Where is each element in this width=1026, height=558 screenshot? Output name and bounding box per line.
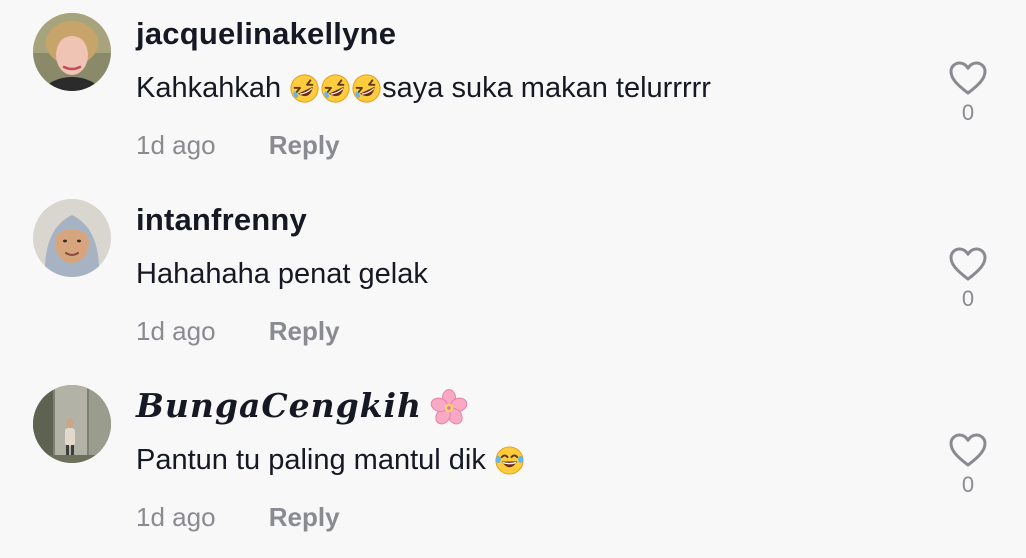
heart-icon (948, 432, 988, 468)
comment-meta: 1d ago Reply (136, 502, 340, 533)
rofl-emoji-icon (351, 73, 382, 104)
avatar[interactable] (33, 13, 111, 91)
like-count: 0 (961, 286, 975, 311)
comment-text-start: Pantun tu paling mantul dik (136, 444, 494, 476)
comment-time: 1d ago (136, 316, 216, 346)
comment-text: Hahahaha penat gelak (136, 258, 428, 291)
like-count: 0 (961, 472, 975, 497)
username-text: 𝑩𝒖𝒏𝒈𝒂𝑪𝒆𝒏𝒈𝒌𝒊𝒉 (136, 386, 423, 425)
tears-of-joy-emoji-icon (494, 445, 525, 476)
reply-button[interactable]: Reply (269, 316, 340, 346)
comment-text-end: saya suka makan telurrrrr (382, 72, 711, 104)
like-count: 0 (961, 100, 975, 125)
comment-text-start: Hahahaha penat gelak (136, 258, 428, 290)
like-button[interactable]: 0 (946, 432, 990, 498)
comment-text-start: Kahkahkah (136, 72, 290, 104)
reply-button[interactable]: Reply (269, 502, 340, 532)
comment-item: jacquelinakellyne Kahkahkah saya suka ma… (0, 0, 1026, 186)
comment-item: 𝑩𝒖𝒏𝒈𝒂𝑪𝒆𝒏𝒈𝒌𝒊𝒉 Pantun tu paling mantul dik… (0, 372, 1026, 558)
comment-item: intanfrenny Hahahaha penat gelak 1d ago … (0, 186, 1026, 372)
comment-meta: 1d ago Reply (136, 316, 340, 347)
like-button[interactable]: 0 (946, 60, 990, 126)
comment-text: Pantun tu paling mantul dik (136, 444, 525, 477)
comment-time: 1d ago (136, 130, 216, 160)
heart-icon (948, 60, 988, 96)
heart-icon (948, 246, 988, 282)
username[interactable]: 𝑩𝒖𝒏𝒈𝒂𝑪𝒆𝒏𝒈𝒌𝒊𝒉 (136, 386, 468, 427)
username[interactable]: intanfrenny (136, 202, 307, 238)
username[interactable]: jacquelinakellyne (136, 16, 396, 52)
avatar[interactable] (33, 385, 111, 463)
reply-button[interactable]: Reply (269, 130, 340, 160)
rofl-emoji-icon (320, 73, 351, 104)
comment-time: 1d ago (136, 502, 216, 532)
comment-text: Kahkahkah saya suka makan telurrrrr (136, 72, 711, 105)
avatar[interactable] (33, 199, 111, 277)
like-button[interactable]: 0 (946, 246, 990, 312)
rofl-emoji-icon (289, 73, 320, 104)
cherry-blossom-icon (430, 389, 468, 427)
comment-meta: 1d ago Reply (136, 130, 340, 161)
